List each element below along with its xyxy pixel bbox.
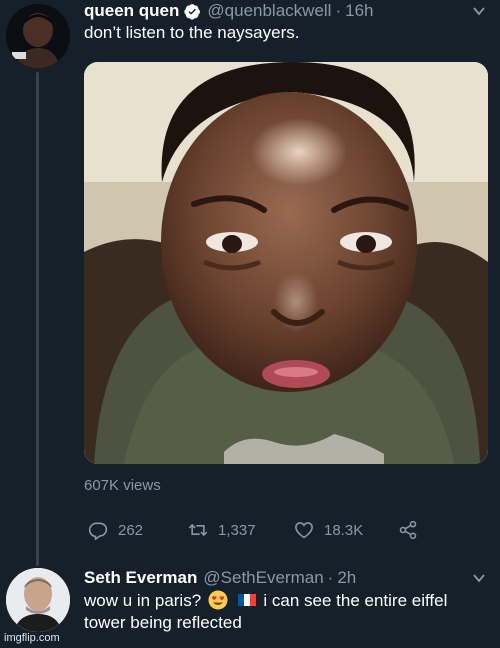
heart-eyes-emoji-icon: [208, 590, 228, 610]
timestamp[interactable]: 2h: [337, 568, 356, 588]
reply-icon: [88, 522, 108, 540]
avatar[interactable]: [6, 4, 70, 68]
timestamp[interactable]: 16h: [345, 1, 373, 21]
share-button[interactable]: [398, 518, 428, 542]
tweet-header: Seth Everman @SethEverman · 2h: [84, 566, 356, 590]
tweet-text: don’t listen to the naysayers.: [84, 23, 300, 42]
like-button[interactable]: 18.3K: [294, 518, 363, 542]
separator-dot: ·: [335, 1, 342, 20]
share-icon: [399, 520, 417, 540]
like-count: 18.3K: [324, 521, 364, 539]
handle[interactable]: @SethEverman: [203, 568, 323, 588]
verified-badge-icon: [184, 3, 201, 20]
video-thumbnail[interactable]: [84, 62, 488, 464]
reply-button[interactable]: 262: [88, 518, 143, 542]
tweet-text: wow u in paris? i can see the entire eif…: [84, 590, 484, 634]
tweet-header: queen quen @quenblackwell · 16h: [84, 0, 374, 22]
view-count: 607K views: [84, 477, 161, 494]
retweet-button[interactable]: 1,337: [188, 518, 256, 542]
chevron-down-icon[interactable]: [472, 4, 486, 18]
tweet-original[interactable]: queen quen @quenblackwell · 16h don’t li…: [0, 0, 500, 566]
tweet-actions: 262 1,337 18.3K: [84, 518, 424, 542]
thread-line: [36, 72, 39, 566]
reply-count: 262: [118, 521, 144, 539]
tweet-text-part: wow u in paris?: [84, 591, 202, 610]
watermark: imgflip.com: [4, 632, 60, 644]
french-flag-emoji-icon: [237, 590, 257, 610]
display-name[interactable]: Seth Everman: [84, 568, 197, 588]
avatar[interactable]: [6, 568, 70, 632]
display-name[interactable]: queen quen: [84, 1, 179, 21]
heart-icon: [295, 522, 313, 539]
chevron-down-icon[interactable]: [472, 571, 486, 585]
retweet-count: 1,337: [218, 521, 256, 539]
handle[interactable]: @quenblackwell: [207, 1, 331, 21]
separator-dot: ·: [327, 568, 334, 587]
retweet-icon: [188, 523, 208, 537]
